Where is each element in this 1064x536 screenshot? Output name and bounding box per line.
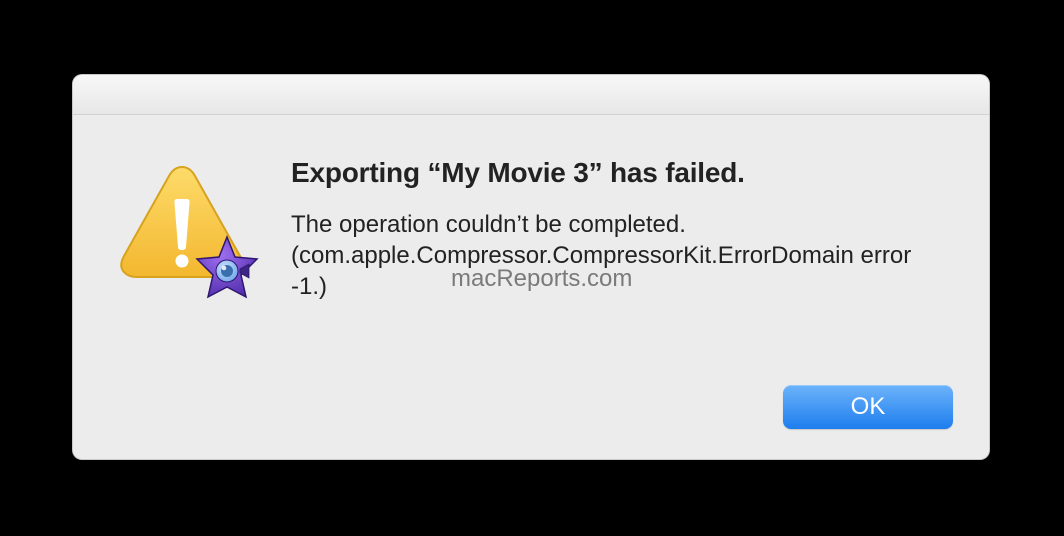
button-row: OK [783,385,953,429]
ok-button[interactable]: OK [783,385,953,429]
alert-icon-composite [117,161,257,301]
imovie-icon [191,235,263,307]
dialog-content: Exporting “My Movie 3” has failed. The o… [73,115,989,303]
watermark-text: macReports.com [451,265,632,293]
alert-title: Exporting “My Movie 3” has failed. [291,157,953,189]
icon-column [109,151,257,303]
dialog-panel: Exporting “My Movie 3” has failed. The o… [72,74,990,460]
dialog-titlebar [73,75,989,115]
alert-dialog: Exporting “My Movie 3” has failed. The o… [72,74,990,460]
text-column: Exporting “My Movie 3” has failed. The o… [291,151,953,303]
